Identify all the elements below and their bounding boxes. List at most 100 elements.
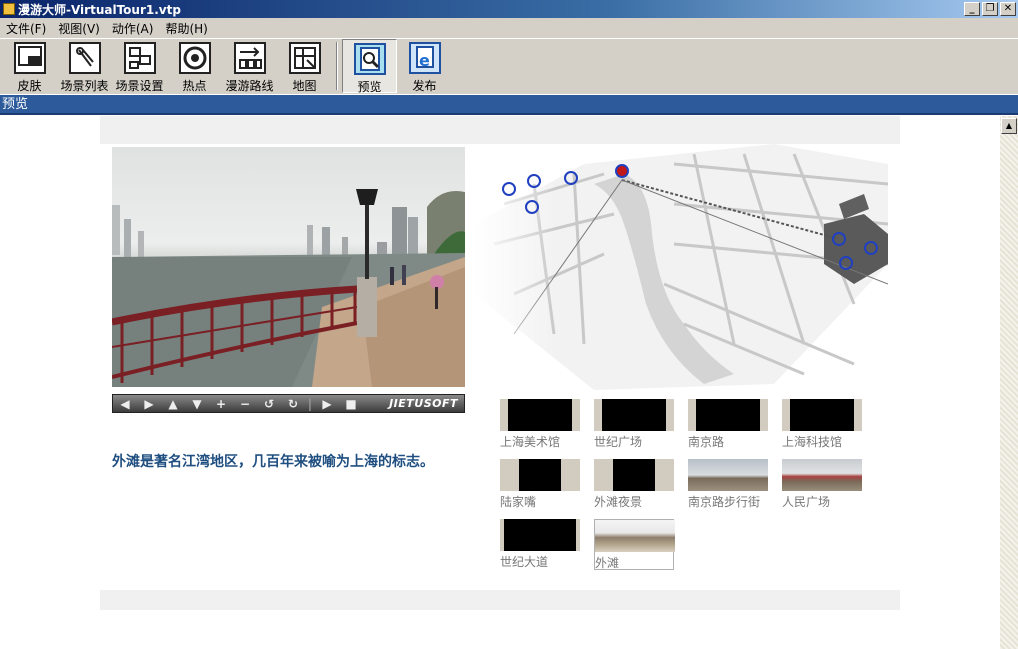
menu-view[interactable]: 视图(V) [52,20,106,37]
toolbar-separator [336,42,338,90]
preview-icon [353,43,386,75]
thumb-image [500,399,580,431]
thumb-caption: 上海科技馆 [782,435,843,449]
toolbar: 皮肤 场景列表 场景设置 热点 漫游路线 地图 预览 e 发布 [0,38,1018,94]
scene-thumb[interactable]: 南京路步行街 [688,459,768,509]
thumb-image [782,459,862,491]
skin-button[interactable]: 皮肤 [2,39,57,93]
thumb-caption: 人民广场 [782,495,831,509]
thumb-image [594,459,674,491]
scene-thumb[interactable]: 南京路 [688,399,768,449]
menu-help[interactable]: 帮助(H) [159,20,213,37]
scene-settings-icon [123,42,156,74]
preview-label: 预览 [357,80,382,94]
publish-label: 发布 [412,79,437,93]
map-hotspot-icon[interactable] [502,182,516,196]
play-button[interactable]: ▶ [315,397,339,411]
thumb-image [594,399,674,431]
map-hotspot-icon[interactable] [864,241,878,255]
menu-bar: 文件(F) 视图(V) 动作(A) 帮助(H) [0,18,1018,38]
close-button[interactable]: ✕ [1000,2,1016,16]
preview-button[interactable]: 预览 [342,39,397,94]
menu-file[interactable]: 文件(F) [0,20,52,37]
hotspot-icon [178,42,211,74]
player-control-bar: ◀ ▶ ▲ ▼ + − ↺ ↻ | ▶ ■ JIETUSOFT [112,394,465,413]
panorama-image [112,189,465,387]
scene-settings-label: 场景设置 [115,79,164,93]
control-divider: | [307,396,313,411]
scene-thumb[interactable]: 人民广场 [782,459,862,509]
hotspot-layer [502,164,878,270]
svg-text:e: e [419,51,430,70]
publish-icon: e [408,42,441,74]
skin-label: 皮肤 [17,79,42,93]
map-button[interactable]: 地图 [277,39,332,93]
scene-list-button[interactable]: 场景列表 [57,39,112,93]
map-hotspot-icon[interactable] [832,232,846,246]
thumb-image [500,519,580,551]
tour-route-button[interactable]: 漫游路线 [222,39,277,93]
minimize-button[interactable]: _ [964,2,980,16]
tour-route-icon [233,42,266,74]
window-controls: _ ❐ ✕ [964,2,1016,16]
brand-logo: JIETUSOFT [389,397,458,410]
scroll-up-icon[interactable]: ▲ [1001,118,1017,134]
map-hotspot-icon[interactable] [527,174,541,188]
thumb-caption: 上海美术馆 [500,435,561,449]
scene-settings-button[interactable]: 场景设置 [112,39,167,93]
skin-top-band [100,116,900,144]
rotate-right-button[interactable]: ↻ [281,397,305,411]
stop-button[interactable]: ■ [339,397,363,411]
scene-thumb[interactable]: 世纪大道 [500,519,580,569]
map-icon [288,42,321,74]
panorama-view[interactable] [112,147,465,387]
thumb-caption: 外滩 [595,556,620,570]
scene-thumb[interactable]: 陆家嘴 [500,459,580,509]
preview-canvas: ◀ ▶ ▲ ▼ + − ↺ ↻ | ▶ ■ JIETUSOFT 外滩是著名江湾地… [0,116,1000,649]
scene-thumb[interactable]: 世纪广场 [594,399,674,449]
thumb-image [500,459,580,491]
zoom-out-button[interactable]: − [233,397,257,411]
hotspot-button[interactable]: 热点 [167,39,222,93]
section-title: 预览 [0,95,1018,115]
thumb-image [595,520,675,552]
map-hotspot-icon[interactable] [839,256,853,270]
menu-action[interactable]: 动作(A) [106,20,160,37]
app-icon [3,3,15,15]
thumb-caption: 世纪广场 [594,435,643,449]
pan-right-button[interactable]: ▶ [137,397,161,411]
tour-map[interactable] [474,144,889,390]
tour-route-label: 漫游路线 [225,79,274,93]
hotspot-label: 热点 [182,79,207,93]
thumb-image [688,399,768,431]
active-hotspot-icon[interactable] [615,164,629,178]
map-hotspot-icon[interactable] [525,200,539,214]
rotate-left-button[interactable]: ↺ [257,397,281,411]
thumb-image [688,459,768,491]
zoom-in-button[interactable]: + [209,397,233,411]
map-hotspot-icon[interactable] [564,171,578,185]
title-bar: 漫游大师-VirtualTour1.vtp _ ❐ ✕ [0,0,1018,18]
scene-thumb[interactable]: 上海科技馆 [782,399,862,449]
skin-bottom-band [100,590,900,610]
thumb-caption: 陆家嘴 [500,495,537,509]
vertical-scrollbar[interactable]: ▲ [1000,116,1018,649]
thumb-caption: 外滩夜景 [594,495,643,509]
scene-description: 外滩是著名江湾地区，几百年来被喻为上海的标志。 [112,454,434,470]
publish-button[interactable]: e 发布 [397,39,452,93]
pan-up-button[interactable]: ▲ [161,397,185,411]
pan-left-button[interactable]: ◀ [113,397,137,411]
scene-list-icon [68,42,101,74]
thumb-caption: 世纪大道 [500,555,549,569]
map-label: 地图 [292,79,317,93]
skin-icon [13,42,46,74]
scene-thumb[interactable]: 上海美术馆 [500,399,580,449]
thumb-caption: 南京路 [688,435,725,449]
thumb-image [782,399,862,431]
restore-button[interactable]: ❐ [982,2,998,16]
thumb-caption: 南京路步行街 [688,495,761,509]
window-title: 漫游大师-VirtualTour1.vtp [18,2,181,17]
pan-down-button[interactable]: ▼ [185,397,209,411]
scene-thumb[interactable]: 外滩夜景 [594,459,674,509]
scene-thumb-selected[interactable]: 外滩 [594,519,675,570]
